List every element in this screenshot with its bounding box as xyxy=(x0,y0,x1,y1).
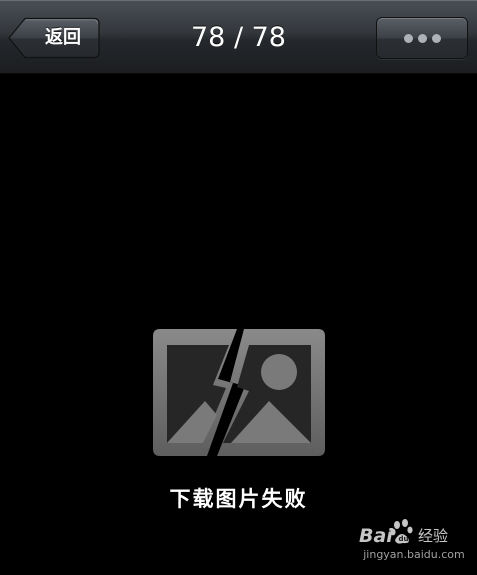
dot xyxy=(417,33,427,43)
broken-image-icon xyxy=(153,329,325,456)
dot xyxy=(431,33,441,43)
image-viewer-screen: 返回 78 / 78 下载图片失败 Bai du 经验 jingyan.baid… xyxy=(0,0,477,575)
watermark-brand: Bai xyxy=(359,525,393,547)
more-options-button[interactable] xyxy=(376,17,468,59)
download-failed-message: 下载图片失败 xyxy=(169,487,308,511)
svg-text:du: du xyxy=(399,535,409,543)
watermark-url: jingyan.baidu.com xyxy=(363,548,465,561)
more-dots-icon xyxy=(377,18,467,58)
page-counter: 78 / 78 xyxy=(191,22,286,53)
paw-logo-icon: du xyxy=(390,519,413,544)
back-button-label: 返回 xyxy=(45,27,81,48)
dot xyxy=(403,33,413,43)
watermark: Bai du 经验 jingyan.baidu.com xyxy=(355,514,473,570)
back-button[interactable]: 返回 xyxy=(8,17,100,59)
navigation-bar: 返回 78 / 78 xyxy=(0,0,477,74)
watermark-suffix: 经验 xyxy=(418,527,449,545)
